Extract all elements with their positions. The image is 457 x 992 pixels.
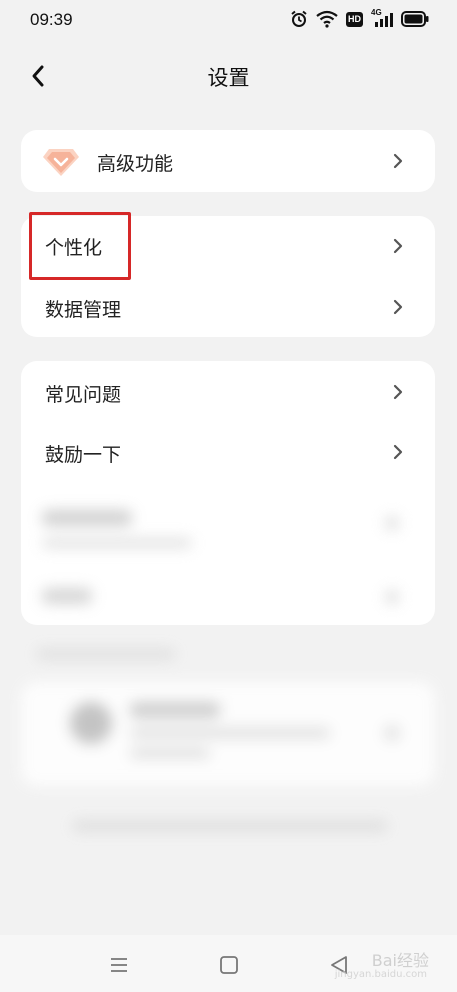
chevron-right-icon xyxy=(393,444,403,460)
wifi-icon xyxy=(316,10,338,28)
data-management-label: 数据管理 xyxy=(45,299,122,321)
settings-item-faq[interactable]: 常见问题 xyxy=(21,361,435,421)
chevron-right-icon xyxy=(393,384,403,400)
alarm-icon xyxy=(291,10,307,27)
encourage-label: 鼓励一下 xyxy=(45,444,122,466)
highlight-box xyxy=(29,212,131,280)
menu-icon[interactable] xyxy=(107,953,131,977)
settings-item-data-management[interactable]: 数据管理 xyxy=(21,277,435,337)
status-icons: HD 4G xyxy=(290,8,429,28)
chevron-right-icon xyxy=(393,299,403,315)
header: 设置 xyxy=(0,50,457,102)
watermark: Bai经验 xyxy=(371,951,429,970)
premium-card: 高级功能 xyxy=(21,130,435,192)
status-time: 09:39 xyxy=(30,10,73,29)
premium-features-row[interactable]: 高级功能 xyxy=(21,130,435,192)
signal-4g-icon: 4G xyxy=(371,8,393,27)
blurred-content xyxy=(0,470,457,870)
premium-features-label: 高级功能 xyxy=(97,153,174,175)
diamond-icon xyxy=(43,149,79,176)
watermark-url: jingyan.baidu.com xyxy=(334,969,427,980)
page-title: 设置 xyxy=(207,66,250,90)
faq-label: 常见问题 xyxy=(45,384,122,406)
hd-icon: HD xyxy=(346,11,363,27)
battery-icon xyxy=(401,11,429,27)
home-icon[interactable] xyxy=(217,953,241,977)
chevron-right-icon xyxy=(393,153,403,169)
chevron-right-icon xyxy=(393,238,403,254)
navigation-bar: Bai经验 jingyan.baidu.com xyxy=(0,935,457,992)
status-bar: 09:39 HD 4G xyxy=(0,0,457,42)
